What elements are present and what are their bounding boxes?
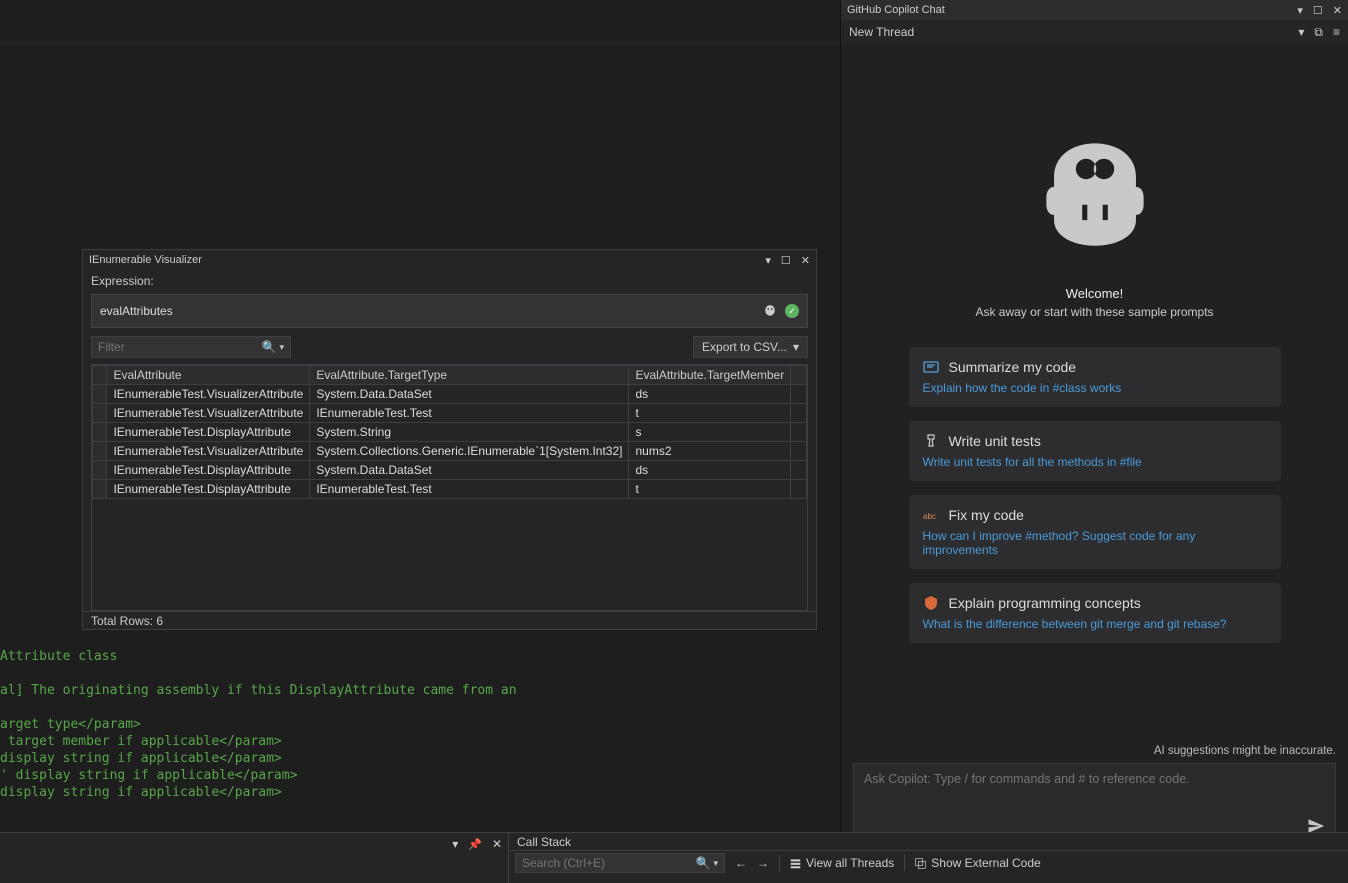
close-icon[interactable]: ✕	[801, 254, 810, 267]
callstack-panel: Call Stack 🔍 ▾ ← → View all Threads Show…	[509, 833, 1348, 883]
table-row[interactable]: IEnumerableTest.VisualizerAttributeIEnum…	[93, 404, 807, 423]
card-title: Explain programming concepts	[949, 595, 1141, 611]
table-cell[interactable]: IEnumerableTest.DisplayAttribute	[107, 480, 310, 499]
thread-bar[interactable]: New Thread ▾ ⧉ ≡	[841, 20, 1348, 44]
table-cell[interactable]: System.Data.DataSet	[310, 385, 629, 404]
expression-textbox[interactable]: evalAttributes	[91, 294, 808, 328]
card-icon	[923, 359, 939, 375]
welcome-heading: Welcome!	[975, 286, 1213, 301]
card-title: Write unit tests	[949, 433, 1041, 449]
card-subtitle[interactable]: What is the difference between git merge…	[923, 617, 1267, 631]
callstack-search-field[interactable]	[522, 856, 696, 870]
maximize-icon[interactable]: ☐	[1313, 4, 1323, 17]
column-header[interactable]: EvalAttribute.TargetType	[310, 366, 629, 385]
prompt-card[interactable]: Explain programming concepts What is the …	[909, 583, 1281, 643]
chevron-down-icon[interactable]: ▾	[765, 254, 771, 267]
prompt-card[interactable]: abc Fix my code How can I improve #method?…	[909, 495, 1281, 569]
table-cell[interactable]: ds	[629, 385, 791, 404]
welcome-subtitle: Ask away or start with these sample prom…	[975, 305, 1213, 319]
table-cell[interactable]: IEnumerableTest.VisualizerAttribute	[107, 404, 310, 423]
table-cell[interactable]: System.Data.DataSet	[310, 461, 629, 480]
column-header[interactable]: EvalAttribute.TargetMember	[629, 366, 791, 385]
card-title: Fix my code	[949, 507, 1024, 523]
table-cell[interactable]: System.String	[310, 423, 629, 442]
filter-field[interactable]	[98, 340, 262, 354]
table-row[interactable]: IEnumerableTest.DisplayAttributeSystem.S…	[93, 423, 807, 442]
maximize-icon[interactable]: ☐	[781, 254, 791, 267]
expression-label: Expression:	[83, 270, 816, 290]
copilot-title: GitHub Copilot Chat	[847, 4, 1297, 16]
table-cell[interactable]: nums2	[629, 442, 791, 461]
close-icon[interactable]: ✕	[492, 837, 502, 851]
grid-corner	[93, 366, 107, 385]
ai-disclaimer: AI suggestions might be inaccurate.	[853, 745, 1336, 757]
view-all-threads-button[interactable]: View all Threads	[790, 856, 894, 870]
chevron-down-icon[interactable]: ▾	[1297, 4, 1303, 17]
column-header[interactable]: EvalAttribute	[107, 366, 310, 385]
bottom-left-panel: ▾ 📌 ✕	[0, 833, 509, 883]
export-csv-button[interactable]: Export to CSV... ▾	[693, 336, 808, 358]
copilot-chat-panel: GitHub Copilot Chat ▾ ☐ ✕ New Thread ▾ ⧉…	[840, 0, 1348, 858]
table-row[interactable]: IEnumerableTest.VisualizerAttributeSyste…	[93, 385, 807, 404]
card-icon: abc	[923, 507, 939, 523]
chevron-down-icon[interactable]: ▾	[710, 858, 718, 869]
close-icon[interactable]: ✕	[1333, 4, 1342, 17]
table-cell[interactable]: IEnumerableTest.VisualizerAttribute	[107, 442, 310, 461]
thread-title: New Thread	[849, 25, 1298, 39]
search-icon[interactable]: 🔍	[696, 856, 711, 870]
prompt-card[interactable]: Summarize my code Explain how the code in…	[909, 347, 1281, 407]
svg-text:abc: abc	[923, 512, 936, 521]
visualizer-titlebar[interactable]: IEnumerable Visualizer ▾ ☐ ✕	[83, 250, 816, 270]
callstack-title[interactable]: Call Stack	[509, 833, 1348, 851]
copilot-icon[interactable]	[763, 304, 777, 318]
table-cell[interactable]: IEnumerableTest.VisualizerAttribute	[107, 385, 310, 404]
ienumerable-visualizer-window[interactable]: IEnumerable Visualizer ▾ ☐ ✕ Expression:…	[82, 249, 817, 630]
card-icon	[923, 433, 939, 449]
card-icon	[923, 595, 939, 611]
table-cell[interactable]: s	[629, 423, 791, 442]
card-subtitle[interactable]: Write unit tests for all the methods in …	[923, 455, 1267, 469]
column-header-empty	[791, 366, 807, 385]
callstack-search[interactable]: 🔍 ▾	[515, 853, 725, 873]
visualizer-statusbar: Total Rows: 6	[83, 611, 816, 629]
chevron-down-icon[interactable]: ▾	[1298, 25, 1304, 39]
card-subtitle[interactable]: How can I improve #method? Suggest code …	[923, 529, 1267, 557]
filter-dropdown-icon[interactable]: ▾	[276, 342, 284, 353]
chevron-down-icon[interactable]: ▾	[452, 837, 458, 851]
nav-left-icon[interactable]: ←	[735, 856, 747, 870]
table-cell[interactable]: IEnumerableTest.DisplayAttribute	[107, 461, 310, 480]
valid-check-icon	[785, 304, 799, 318]
data-grid[interactable]: EvalAttribute EvalAttribute.TargetType E…	[91, 364, 808, 611]
copilot-logo-icon	[1031, 128, 1159, 256]
table-cell[interactable]: IEnumerableTest.Test	[310, 480, 629, 499]
chevron-down-icon[interactable]: ▾	[793, 340, 799, 354]
card-subtitle[interactable]: Explain how the code in #class works	[923, 381, 1267, 395]
new-thread-icon[interactable]: ⧉	[1314, 25, 1323, 40]
visualizer-title: IEnumerable Visualizer	[89, 254, 765, 266]
table-cell[interactable]: System.Collections.Generic.IEnumerable`1…	[310, 442, 629, 461]
table-cell[interactable]: ds	[629, 461, 791, 480]
card-title: Summarize my code	[949, 359, 1077, 375]
nav-right-icon[interactable]: →	[757, 856, 769, 870]
table-row[interactable]: IEnumerableTest.VisualizerAttributeSyste…	[93, 442, 807, 461]
table-row[interactable]: IEnumerableTest.DisplayAttributeSystem.D…	[93, 461, 807, 480]
table-cell[interactable]: t	[629, 480, 791, 499]
prompt-card[interactable]: Write unit tests Write unit tests for all…	[909, 421, 1281, 481]
filter-input[interactable]: 🔍 ▾	[91, 336, 291, 358]
code-editor-text: Attribute class al] The originating asse…	[0, 648, 720, 801]
menu-icon[interactable]: ≡	[1333, 25, 1340, 39]
copilot-titlebar[interactable]: GitHub Copilot Chat ▾ ☐ ✕	[841, 0, 1348, 20]
table-cell[interactable]: IEnumerableTest.DisplayAttribute	[107, 423, 310, 442]
expression-value: evalAttributes	[100, 304, 763, 318]
pin-icon[interactable]: 📌	[468, 838, 482, 851]
table-cell[interactable]: IEnumerableTest.Test	[310, 404, 629, 423]
table-row[interactable]: IEnumerableTest.DisplayAttributeIEnumera…	[93, 480, 807, 499]
search-icon[interactable]: 🔍	[262, 340, 277, 354]
show-external-code-button[interactable]: Show External Code	[915, 856, 1040, 870]
table-cell[interactable]: t	[629, 404, 791, 423]
editor-tab-area	[0, 0, 840, 44]
